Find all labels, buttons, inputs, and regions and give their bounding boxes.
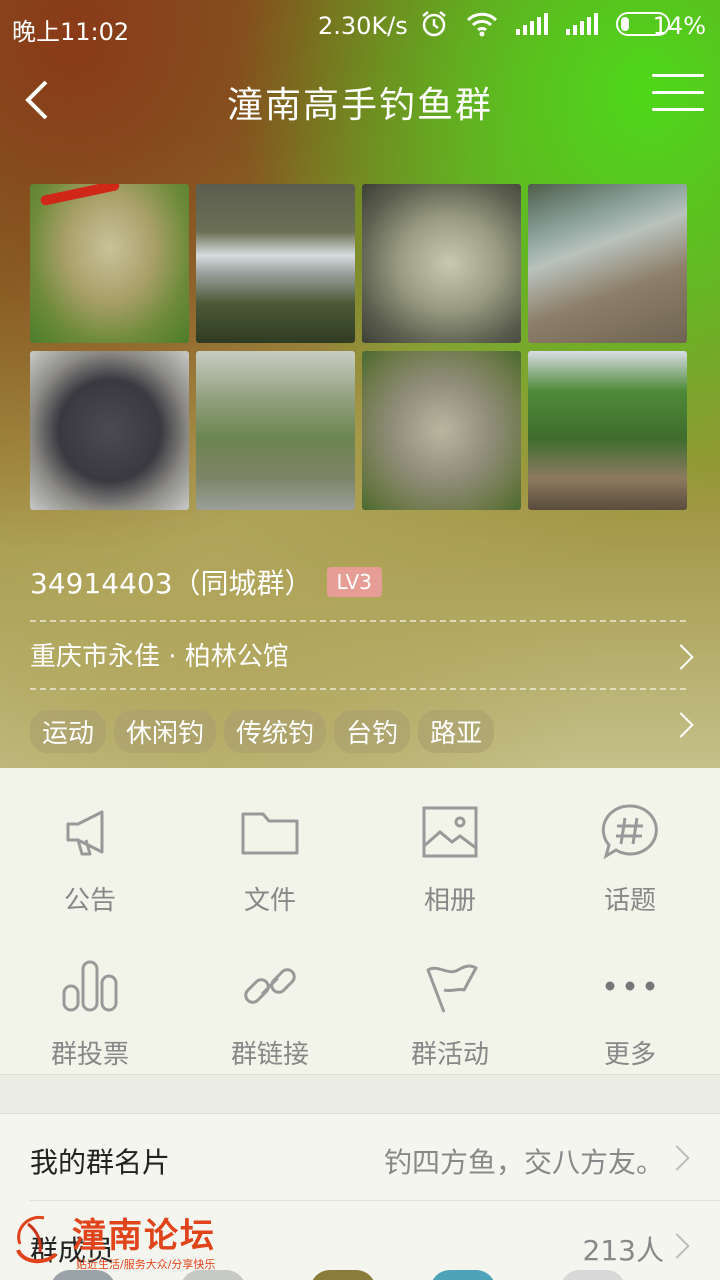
gallery-photo[interactable] [196,184,355,343]
group-card-value: 钓四方鱼，交八方友。 [383,1146,664,1179]
gallery-photo[interactable] [30,351,189,510]
album-button[interactable]: 相册 [360,800,540,917]
status-time: 晚上11:02 [12,18,130,46]
menu-icon[interactable] [652,74,704,126]
function-label: 群链接 [230,1040,309,1070]
folder-icon [241,812,299,855]
chevron-right-icon[interactable] [670,712,694,736]
gallery-photo[interactable] [362,351,521,510]
files-button[interactable]: 文件 [180,800,360,917]
divider [30,620,686,622]
function-label: 话题 [603,886,656,916]
tag: 休闲钓 [114,710,217,753]
divider [30,688,686,690]
gallery-photo[interactable] [528,351,687,510]
gallery-photo[interactable] [362,184,521,343]
tag: 传统钓 [224,710,327,753]
wifi-icon [466,12,498,37]
chevron-right-icon [666,1233,690,1257]
more-dots-icon [605,981,655,991]
hashtag-bubble-icon [601,804,658,860]
group-location[interactable]: 重庆市永佳 · 柏林公馆 [30,636,289,673]
avatar[interactable] [560,1270,626,1280]
avatar[interactable] [430,1270,496,1280]
photo-gallery [30,184,690,510]
tag: 路亚 [418,710,495,753]
group-id: 34914403（同城群） [30,567,313,600]
function-label: 文件 [243,886,296,916]
alarm-icon [422,11,446,37]
gallery-photo[interactable] [30,184,189,343]
chevron-right-icon [666,1145,690,1169]
group-tags[interactable]: 运动 休闲钓 传统钓 台钓 路亚 [30,710,495,753]
members-count: 213人 [582,1234,664,1267]
function-grid: 公告 文件 相册 话题 群投票 群链接 群活动 更多 [0,768,720,1074]
chevron-right-icon[interactable] [670,644,694,668]
function-label: 公告 [63,886,116,916]
function-label: 相册 [423,886,476,916]
announcement-button[interactable]: 公告 [0,800,180,917]
level-badge: LV3 [326,567,382,597]
signal-icon [516,13,548,35]
signal-icon-2 [566,13,598,35]
network-speed: 2.30K/s [318,12,408,40]
function-label: 更多 [603,1040,656,1070]
battery-percent: 14% [652,12,706,40]
megaphone-icon [66,810,104,856]
forum-brand: 潼南论坛 [72,1216,216,1256]
gallery-photo[interactable] [196,351,355,510]
link-button[interactable]: 群链接 [180,954,360,1071]
group-card-label: 我的群名片 [30,1146,171,1179]
status-bar: 晚上11:02 2.30K/s 14% [0,0,720,52]
forum-slogan: 贴近生活/服务大众/分享快乐 [76,1258,216,1271]
vote-button[interactable]: 群投票 [0,954,180,1071]
page-title: 潼南高手钓鱼群 [226,85,493,126]
function-label: 群活动 [410,1040,489,1070]
topics-button[interactable]: 话题 [540,800,720,917]
more-button[interactable]: 更多 [540,954,720,1071]
link-icon [244,968,296,1004]
status-icons [420,10,670,38]
function-label: 群投票 [50,1040,129,1070]
tag: 台钓 [334,710,411,753]
bar-chart-icon [62,960,118,1012]
avatar[interactable] [310,1270,376,1280]
flag-icon [426,964,478,1013]
activity-button[interactable]: 群活动 [360,954,540,1071]
tag: 运动 [30,710,107,753]
section-separator [0,1074,720,1114]
forum-logo-icon [16,1215,58,1264]
forum-watermark: 潼南论坛 贴近生活/服务大众/分享快乐 [6,1204,256,1280]
title-bar: 潼南高手钓鱼群 [0,60,720,144]
group-id-line: 34914403（同城群） LV3 [30,562,382,602]
image-icon [422,806,478,858]
gallery-photo[interactable] [528,184,687,343]
group-card-row[interactable]: 我的群名片 钓四方鱼，交八方友。 [0,1115,720,1201]
